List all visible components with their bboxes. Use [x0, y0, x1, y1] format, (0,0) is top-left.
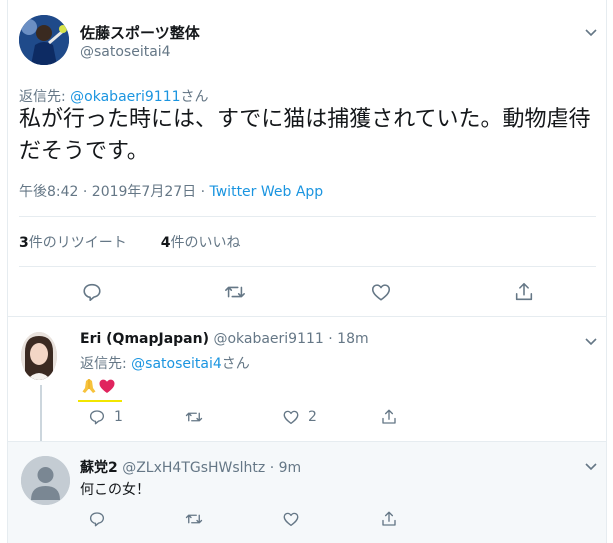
reply-prefix: 返信先:	[19, 89, 71, 105]
reply-button[interactable]	[88, 509, 106, 529]
likes-stat[interactable]: 4件のいいね	[161, 235, 241, 251]
reply-prefix: 返信先:	[80, 356, 132, 372]
main-tweet: 佐藤スポーツ整体 @satoseitai4 返信先: @okabaeri9111…	[8, 0, 606, 316]
divider	[19, 266, 596, 267]
reply-icon	[89, 512, 105, 527]
author-name[interactable]: 蘇党2	[80, 460, 118, 476]
reply-handle-link[interactable]: @satoseitai4	[131, 356, 222, 372]
reply-header: 蘇党2 @ZLxH4TGsHWslhtz · 9m	[80, 457, 301, 477]
chevron-down-icon[interactable]	[584, 28, 598, 38]
tweet-text: 🙏❤	[80, 375, 116, 395]
reply-header: Eri (QmapJapan) @okabaeri9111 · 18m	[80, 331, 369, 347]
timeline-frame: 佐藤スポーツ整体 @satoseitai4 返信先: @okabaeri9111…	[7, 0, 607, 543]
retweet-icon	[185, 514, 203, 524]
folded-hands-icon	[82, 378, 96, 393]
reply-count: 1	[114, 409, 123, 425]
share-button[interactable]	[513, 281, 535, 303]
reply-suffix: さん	[180, 89, 209, 105]
retweet-icon	[225, 286, 245, 298]
reply-button[interactable]: 1	[88, 407, 123, 427]
chevron-down-icon[interactable]	[584, 462, 598, 472]
retweets-stat[interactable]: 3件のリツイート	[19, 235, 127, 251]
share-icon	[382, 511, 396, 526]
author-handle[interactable]: @satoseitai4	[80, 44, 171, 60]
reply-handle-link[interactable]: @okabaeri9111	[70, 89, 180, 105]
tweet-text: 何この女！	[80, 482, 150, 498]
source-link[interactable]: Twitter Web App	[210, 184, 324, 200]
retweet-icon	[185, 412, 203, 422]
like-icon	[283, 410, 299, 425]
reply-tweet[interactable]: 蘇党2 @ZLxH4TGsHWslhtz · 9m 何この女！	[8, 442, 606, 543]
tweet-text: 私が行った時には、すでに猫は捕獲されていた。動物虐待だそうです。	[19, 107, 591, 164]
reply-button[interactable]	[81, 281, 103, 303]
author-handle[interactable]: @ZLxH4TGsHWslhtz	[122, 460, 265, 476]
like-icon	[283, 512, 299, 527]
share-icon	[515, 282, 533, 301]
engagement-counts: 3件のリツイート 4件のいいね	[19, 232, 241, 252]
share-button[interactable]	[380, 407, 398, 427]
likes-count: 4	[160, 235, 171, 251]
likes-label: 件のいいね	[170, 235, 241, 251]
author-handle[interactable]: @okabaeri9111	[213, 331, 323, 347]
reply-tweet[interactable]: Eri (QmapJapan) @okabaeri9111 · 18m 返信先:…	[8, 317, 606, 445]
reply-icon	[83, 283, 101, 302]
relative-time[interactable]: · 9m	[265, 460, 301, 476]
relative-time[interactable]: · 18m	[324, 331, 368, 347]
avatar[interactable]	[19, 15, 69, 65]
retweet-button[interactable]	[224, 281, 246, 303]
retweets-label: 件のリツイート	[28, 235, 127, 251]
retweets-count: 3	[19, 235, 29, 251]
chevron-down-icon[interactable]	[584, 337, 598, 347]
avatar[interactable]	[21, 332, 57, 380]
divider	[19, 216, 596, 217]
like-icon	[371, 284, 391, 301]
reply-context: 返信先: @satoseitai4さん	[80, 353, 250, 373]
like-button[interactable]: 2	[282, 407, 317, 427]
reply-icon	[89, 410, 105, 425]
heart-icon	[99, 379, 115, 393]
avatar[interactable]	[21, 456, 70, 505]
author-name[interactable]: Eri (QmapJapan)	[80, 331, 209, 347]
share-icon	[382, 409, 396, 424]
reply-context: 返信先: @okabaeri9111さん	[19, 86, 209, 106]
author-name[interactable]: 佐藤スポーツ整体	[80, 22, 200, 43]
retweet-button[interactable]	[185, 407, 211, 427]
highlight-underline	[78, 400, 122, 402]
like-button[interactable]	[282, 509, 300, 529]
share-button[interactable]	[380, 509, 398, 529]
like-count: 2	[308, 409, 317, 425]
reply-suffix: さん	[221, 356, 250, 372]
retweet-button[interactable]	[185, 509, 203, 529]
timestamp[interactable]: 午後8:42 · 2019年7月27日 ·	[19, 184, 210, 200]
thread-connector	[40, 385, 42, 445]
like-button[interactable]	[370, 281, 392, 303]
tweet-meta: 午後8:42 · 2019年7月27日 · Twitter Web App	[19, 181, 323, 201]
